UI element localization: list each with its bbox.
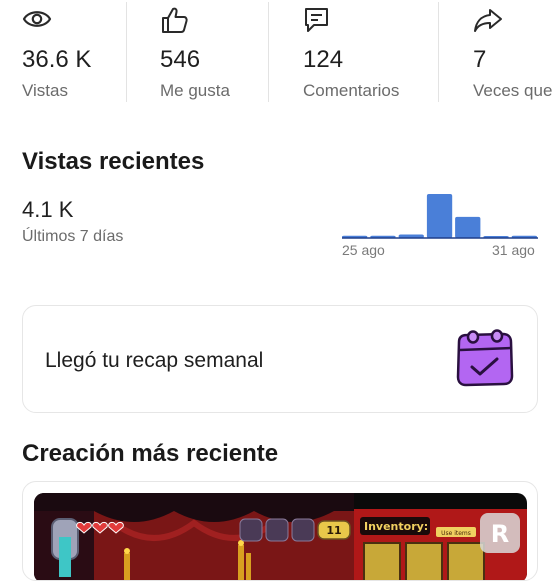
latest-creation-title: Creación más reciente [22,440,279,467]
comments-value: 124 [303,46,344,73]
eye-icon [22,6,52,34]
latest-creation-thumbnail[interactable]: 11 Inventory: Use items R [34,493,527,580]
latest-creation-card[interactable]: 11 Inventory: Use items R [22,481,538,581]
chart-bar-29-ago [455,216,481,238]
views-value: 36.6 K [22,46,92,73]
chart-tick-start: 25 ago [342,242,385,258]
thumbnail-use-text: Use items [441,530,471,537]
thumbnail-counter-text: 11 [326,524,341,537]
shares-label: Veces que [473,81,553,100]
views-label: Vistas [22,81,68,100]
stats-divider [438,2,439,102]
recent-views-title: Vistas recientes [22,148,205,175]
comment-icon [303,6,333,34]
stats-row: 36.6 K Vistas 546 Me gusta 124 Comentari… [0,0,560,104]
likes-value: 546 [160,46,201,73]
recent-views-period: Últimos 7 días [22,228,124,245]
stats-divider [268,2,269,102]
calendar-check-badge-icon [453,328,517,390]
weekly-recap-card[interactable]: Llegó tu recap semanal [22,305,538,413]
chart-tick-end: 31 ago [492,242,535,258]
recap-text: Llegó tu recap semanal [45,349,264,372]
chart-bar-28-ago [426,194,453,238]
likes-label: Me gusta [160,81,230,100]
shares-value: 7 [473,46,487,73]
recent-views-chart[interactable]: 25 ago 31 ago [340,188,540,260]
recent-views-value: 4.1 K [22,197,74,222]
game-scene-image: 11 Inventory: Use items R [34,493,527,580]
thumbnail-badge-text: R [491,520,509,548]
comments-label: Comentarios [303,81,400,100]
recent-views-bars [342,194,538,239]
thumbnail-inv-text: Inventory: [364,520,428,533]
share-icon [473,6,503,34]
thumbs-up-icon [160,6,190,34]
stats-divider [126,2,127,102]
